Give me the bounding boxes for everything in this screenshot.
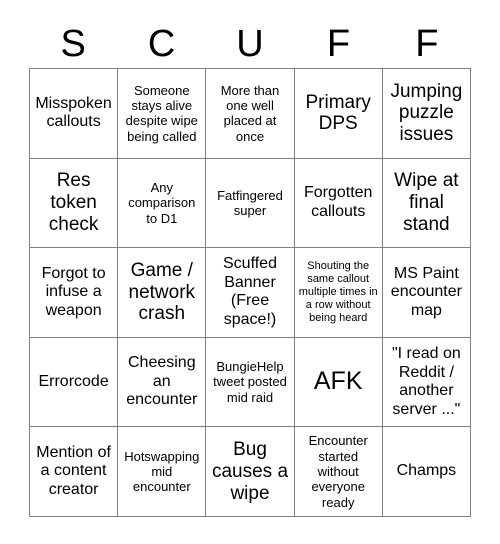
bingo-cell[interactable]: Champs — [382, 427, 471, 517]
bingo-cell-label: Champs — [396, 462, 457, 480]
bingo-header-letter-2: C — [147, 23, 176, 65]
bingo-cell-label: Shouting the same callout multiple times… — [298, 259, 378, 325]
bingo-header-row: S C U F F — [29, 20, 471, 68]
bingo-cell-label: More than one well placed at once — [220, 82, 280, 144]
bingo-cell-label: Mention of a content creator — [36, 443, 111, 498]
bingo-cell-free-space[interactable]: Scuffed Banner (Free space!) — [206, 248, 295, 338]
bingo-cell[interactable]: Game / network crash — [118, 248, 207, 338]
bingo-cell[interactable]: AFK — [294, 337, 383, 428]
bingo-header-letter-1: S — [60, 23, 86, 65]
bingo-cell[interactable]: Shouting the same callout multiple times… — [294, 248, 383, 338]
bingo-cell[interactable]: MS Paint encounter map — [382, 248, 471, 338]
bingo-cell[interactable]: Res token check — [30, 158, 119, 249]
bingo-cell[interactable]: Misspoken callouts — [30, 69, 119, 159]
bingo-cell-label: Cheesing an encounter — [126, 354, 198, 409]
bingo-cell[interactable]: Hotswapping mid encounter — [118, 427, 207, 517]
bingo-cell[interactable]: Mention of a content creator — [30, 427, 119, 517]
bingo-cell-label: Bug causes a wipe — [211, 439, 289, 504]
bingo-header-letter-4: F — [326, 23, 351, 65]
bingo-cell-label: BungieHelp tweet posted mid raid — [213, 359, 287, 405]
bingo-cell-label: Primary DPS — [305, 91, 371, 135]
bingo-cell-label: Game / network crash — [128, 260, 196, 325]
bingo-cell-label: Fatfingered super — [217, 187, 283, 218]
bingo-cell-label: Wipe at final stand — [394, 170, 459, 235]
bingo-cell-label: Res token check — [48, 170, 99, 235]
bingo-cell-label: "I read on Reddit / another server ..." — [391, 345, 461, 418]
bingo-cell[interactable]: Someone stays alive despite wipe being c… — [118, 69, 207, 159]
bingo-cell[interactable]: "I read on Reddit / another server ..." — [382, 337, 471, 428]
bingo-header-letter-5: F — [415, 23, 439, 65]
bingo-cell-label: Any comparison to D1 — [128, 179, 196, 226]
bingo-cell[interactable]: Forgot to infuse a weapon — [30, 248, 119, 338]
bingo-cell-label: Errorcode — [38, 372, 109, 390]
bingo-cell[interactable]: Bug causes a wipe — [206, 427, 295, 517]
bingo-cell-label: Hotswapping mid encounter — [124, 448, 200, 495]
bingo-cell-label: MS Paint encounter map — [390, 264, 462, 319]
bingo-cell-label: Forgotten callouts — [303, 184, 373, 220]
bingo-cell-label: Jumping puzzle issues — [390, 80, 463, 146]
bingo-cell-label: Scuffed Banner (Free space!) — [223, 255, 277, 329]
bingo-cell[interactable]: Errorcode — [30, 337, 119, 428]
bingo-cell[interactable]: Forgotten callouts — [294, 158, 383, 249]
bingo-cell[interactable]: More than one well placed at once — [206, 69, 295, 159]
bingo-cell-label: Misspoken callouts — [35, 94, 112, 131]
bingo-cell[interactable]: Any comparison to D1 — [118, 158, 207, 249]
bingo-cell-label: Someone stays alive despite wipe being c… — [125, 82, 198, 144]
bingo-cell[interactable]: BungieHelp tweet posted mid raid — [206, 337, 295, 428]
bingo-cell[interactable]: Fatfingered super — [206, 158, 295, 249]
bingo-cell[interactable]: Primary DPS — [294, 69, 383, 159]
bingo-header-letter-3: U — [236, 23, 264, 65]
bingo-grid: Misspoken callouts Someone stays alive d… — [29, 68, 471, 517]
bingo-cell[interactable]: Cheesing an encounter — [118, 337, 207, 428]
bingo-cell[interactable]: Encounter started without everyone ready — [294, 427, 383, 517]
bingo-cell-label: AFK — [313, 367, 363, 396]
bingo-cell-label: Encounter started without everyone ready — [308, 433, 368, 510]
bingo-card: S C U F F Misspoken callouts Someone sta… — [0, 0, 500, 544]
bingo-cell[interactable]: Jumping puzzle issues — [382, 69, 471, 159]
bingo-cell[interactable]: Wipe at final stand — [382, 158, 471, 249]
bingo-cell-label: Forgot to infuse a weapon — [41, 264, 106, 319]
